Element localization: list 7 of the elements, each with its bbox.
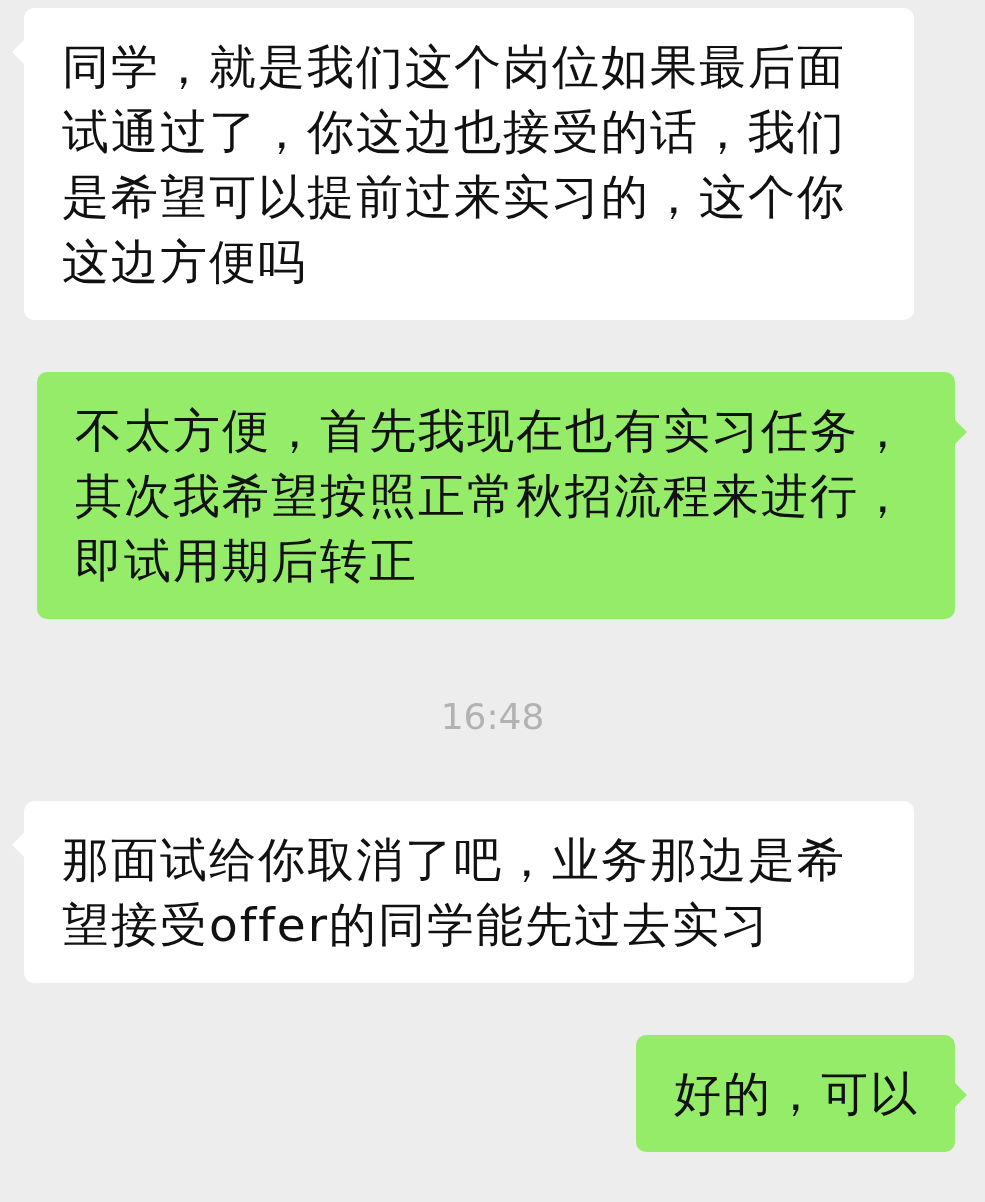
- received-message-bubble: 那面试给你取消了吧，业务那边是希望接受offer的同学能先过去实习: [24, 801, 914, 983]
- sent-message-bubble: 不太方便，首先我现在也有实习任务，其次我希望按照正常秋招流程来进行，即试用期后转正: [37, 372, 955, 619]
- timestamp: 16:48: [440, 695, 545, 739]
- bubble-tail: [955, 1083, 967, 1107]
- received-message-bubble: 同学，就是我们这个岗位如果最后面试通过了，你这边也接受的话，我们是希望可以提前过来实习的，这个你这边方便吗: [24, 8, 914, 320]
- bubble-tail: [955, 420, 967, 444]
- sent-message-bubble: 好的，可以: [636, 1035, 955, 1152]
